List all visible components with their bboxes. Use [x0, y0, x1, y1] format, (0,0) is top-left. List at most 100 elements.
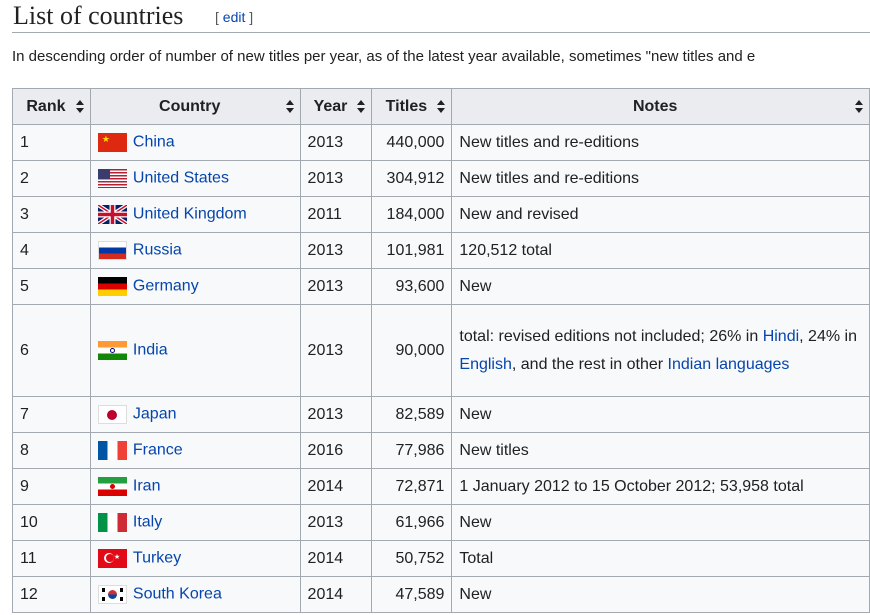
- country-link[interactable]: South Korea: [133, 586, 222, 603]
- year-header[interactable]: Year: [299, 88, 373, 125]
- china-flag-icon: ★: [97, 133, 127, 152]
- year-cell: 2013: [299, 504, 373, 541]
- country-cell: United States: [89, 160, 301, 197]
- rank-cell: 5: [12, 268, 91, 305]
- table-row: 11 ★ Turkey 2014 50,752 Total: [12, 540, 870, 577]
- country-link[interactable]: Germany: [133, 278, 199, 295]
- notes-cell: New titles and re-editions: [451, 124, 870, 161]
- germany-flag-icon: [97, 277, 127, 296]
- sort-icon[interactable]: [357, 100, 366, 114]
- country-link[interactable]: France: [133, 442, 183, 459]
- country-cell: South Korea: [89, 576, 301, 613]
- titles-cell: 82,589: [371, 396, 453, 433]
- table-row: 9 Iran 2014 72,871 1 January 2012 to 15 …: [12, 468, 870, 505]
- notes-cell: 1 January 2012 to 15 October 2012; 53,95…: [451, 468, 870, 505]
- year-cell: 2013: [299, 304, 373, 397]
- country-cell: Iran: [89, 468, 301, 505]
- year-cell: 2014: [299, 576, 373, 613]
- titles-cell: 61,966: [371, 504, 453, 541]
- country-link[interactable]: Russia: [133, 242, 182, 259]
- titles-cell: 77,986: [371, 432, 453, 469]
- table-row: 4 Russia 2013 101,981 120,512 total: [12, 232, 870, 269]
- indian-languages-link[interactable]: Indian languages: [668, 356, 790, 373]
- india-flag-icon: [97, 341, 127, 360]
- table-row: 2 United States 2013 304,912 New titles …: [12, 160, 870, 197]
- year-cell: 2014: [299, 540, 373, 577]
- rank-cell: 7: [12, 396, 91, 433]
- country-cell: Japan: [89, 396, 301, 433]
- sort-icon[interactable]: [285, 100, 294, 114]
- rank-cell: 4: [12, 232, 91, 269]
- rank-header[interactable]: Rank: [12, 88, 91, 125]
- sort-icon[interactable]: [75, 100, 84, 114]
- country-cell: ★ China: [89, 124, 301, 161]
- united-states-flag-icon: [97, 169, 127, 188]
- notes-cell: New: [451, 504, 870, 541]
- notes-cell: New: [451, 268, 870, 305]
- table-row: 12 South Korea 2014 47,589 New: [12, 576, 870, 613]
- sort-icon[interactable]: [437, 100, 446, 114]
- rank-cell: 1: [12, 124, 91, 161]
- iran-flag-icon: [97, 477, 127, 496]
- table-row: 5 Germany 2013 93,600 New: [12, 268, 870, 305]
- rank-cell: 2: [12, 160, 91, 197]
- intro-paragraph: In descending order of number of new tit…: [12, 48, 756, 65]
- year-cell: 2013: [299, 396, 373, 433]
- table-row: 6 India 2013 90,000 total: revised editi…: [12, 304, 870, 397]
- notes-cell: Total: [451, 540, 870, 577]
- titles-cell: 90,000: [371, 304, 453, 397]
- titles-header[interactable]: Titles: [371, 88, 453, 125]
- country-link[interactable]: Japan: [133, 406, 177, 423]
- titles-cell: 47,589: [371, 576, 453, 613]
- year-cell: 2011: [299, 196, 373, 233]
- titles-cell: 72,871: [371, 468, 453, 505]
- notes-cell: New titles and re-editions: [451, 160, 870, 197]
- year-cell: 2016: [299, 432, 373, 469]
- country-link[interactable]: Turkey: [133, 550, 181, 567]
- titles-cell: 101,981: [371, 232, 453, 269]
- rank-cell: 8: [12, 432, 91, 469]
- rank-cell: 10: [12, 504, 91, 541]
- section-heading: List of countries [ edit ]: [12, 0, 870, 33]
- notes-cell: New and revised: [451, 196, 870, 233]
- south-korea-flag-icon: [97, 585, 127, 604]
- year-cell: 2014: [299, 468, 373, 505]
- country-link[interactable]: United States: [133, 170, 229, 187]
- section-title: List of countries: [13, 1, 184, 30]
- country-header[interactable]: Country: [89, 88, 301, 125]
- edit-link[interactable]: edit: [223, 9, 246, 25]
- country-cell: United Kingdom: [89, 196, 301, 233]
- france-flag-icon: [97, 441, 127, 460]
- year-cell: 2013: [299, 232, 373, 269]
- russia-flag-icon: [97, 241, 127, 260]
- country-link[interactable]: China: [133, 134, 175, 151]
- sort-icon[interactable]: [855, 100, 863, 114]
- country-cell: India: [89, 304, 301, 397]
- country-cell: Germany: [89, 268, 301, 305]
- rank-cell: 3: [12, 196, 91, 233]
- notes-cell: New: [451, 396, 870, 433]
- country-link[interactable]: Iran: [133, 478, 161, 495]
- country-link[interactable]: United Kingdom: [133, 206, 247, 223]
- rank-cell: 6: [12, 304, 91, 397]
- country-cell: ★ Turkey: [89, 540, 301, 577]
- notes-cell: New titles: [451, 432, 870, 469]
- country-cell: Russia: [89, 232, 301, 269]
- titles-cell: 50,752: [371, 540, 453, 577]
- rank-cell: 12: [12, 576, 91, 613]
- titles-cell: 440,000: [371, 124, 453, 161]
- country-link[interactable]: Italy: [133, 514, 162, 531]
- italy-flag-icon: [97, 513, 127, 532]
- japan-flag-icon: [97, 405, 127, 424]
- edit-section: [ edit ]: [215, 9, 254, 25]
- titles-cell: 184,000: [371, 196, 453, 233]
- turkey-flag-icon: ★: [97, 549, 127, 568]
- notes-header[interactable]: Notes: [451, 88, 870, 125]
- titles-cell: 304,912: [371, 160, 453, 197]
- titles-cell: 93,600: [371, 268, 453, 305]
- english-link[interactable]: English: [459, 356, 511, 373]
- year-cell: 2013: [299, 160, 373, 197]
- hindi-link[interactable]: Hindi: [763, 328, 799, 345]
- table-row: 10 Italy 2013 61,966 New: [12, 504, 870, 541]
- country-link[interactable]: India: [133, 342, 168, 359]
